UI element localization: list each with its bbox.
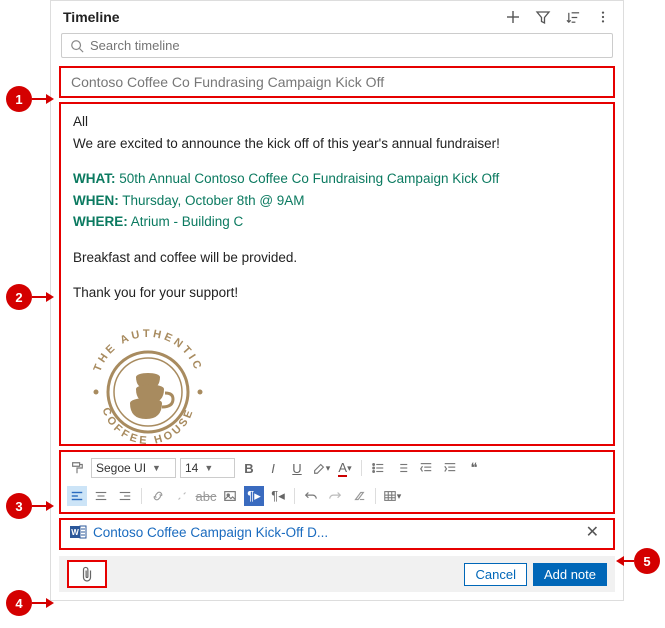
format-painter-icon[interactable] [67,458,87,478]
bold-button[interactable]: B [239,458,259,478]
note-title[interactable]: Contoso Coffee Co Fundrasing Campaign Ki… [61,68,613,96]
image-button[interactable] [220,486,240,506]
italic-button[interactable]: I [263,458,283,478]
callout-badge-5: 5 [634,548,660,574]
indent-button[interactable] [440,458,460,478]
body-when: WHEN: Thursday, October 8th @ 9AM [73,191,601,211]
clear-format-button[interactable] [349,486,369,506]
timeline-panel: Timeline Contoso Coffee Co Fundrasing Ca… [50,0,624,601]
word-doc-icon: W [69,523,87,541]
cancel-button[interactable]: Cancel [464,563,526,586]
font-color-button[interactable]: A▾ [335,458,355,478]
paperclip-icon [80,565,94,583]
body-where: WHERE: Atrium - Building C [73,212,601,232]
align-left-button[interactable] [67,486,87,506]
callout-arrow [32,505,52,507]
sort-icon[interactable] [565,9,581,25]
add-icon[interactable] [505,9,521,25]
coffee-logo: THE AUTHENTIC COFFEE HOUSE [73,307,601,457]
strike-button[interactable]: abc [196,486,216,506]
redo-button[interactable] [325,486,345,506]
search-box[interactable] [61,33,613,58]
bullet-list-button[interactable] [368,458,388,478]
undo-button[interactable] [301,486,321,506]
svg-text:W: W [71,528,79,537]
callout-badge-4: 4 [6,590,32,616]
align-right-button[interactable] [115,486,135,506]
note-footer: Cancel Add note [59,556,615,592]
link-button[interactable] [148,486,168,506]
callout-arrow [32,98,52,100]
body-what: WHAT: 50th Annual Contoso Coffee Co Fund… [73,169,601,189]
callout-badge-3: 3 [6,493,32,519]
underline-button[interactable]: U [287,458,307,478]
more-icon[interactable] [595,9,611,25]
note-body[interactable]: All We are excited to announce the kick … [59,102,615,446]
rtl-button[interactable]: ¶◂ [268,486,288,506]
timeline-header: Timeline [51,1,623,31]
body-greeting: All [73,112,601,132]
callout-badge-1: 1 [6,86,32,112]
unlink-button[interactable] [172,486,192,506]
font-family-select[interactable]: Segoe UI▼ [91,458,176,478]
attachment-name[interactable]: Contoso Coffee Campaign Kick-Off D... [93,525,580,540]
table-button[interactable]: ▾ [382,486,402,506]
callout-arrow [32,602,52,604]
quote-button[interactable]: ❝ [464,458,484,478]
body-closing: Thank you for your support! [73,283,601,303]
font-size-select[interactable]: 14▼ [180,458,235,478]
filter-icon[interactable] [535,9,551,25]
search-icon [70,39,84,53]
number-list-button[interactable] [392,458,412,478]
body-intro: We are excited to announce the kick off … [73,134,601,154]
callout-badge-2: 2 [6,284,32,310]
attach-file-button[interactable] [67,560,107,588]
ltr-button[interactable]: ¶▸ [244,486,264,506]
align-center-button[interactable] [91,486,111,506]
note-title-box: Contoso Coffee Co Fundrasing Campaign Ki… [59,66,615,98]
highlight-button[interactable]: ▾ [311,458,331,478]
attachment-row: W Contoso Coffee Campaign Kick-Off D... … [59,518,615,550]
callout-arrow [618,560,634,562]
search-input[interactable] [90,38,604,53]
panel-title: Timeline [63,9,505,25]
callout-arrow [32,296,52,298]
header-actions [505,9,611,25]
body-extra: Breakfast and coffee will be provided. [73,248,601,268]
outdent-button[interactable] [416,458,436,478]
remove-attachment-button[interactable]: ✕ [580,522,605,542]
add-note-button[interactable]: Add note [533,563,607,586]
rich-text-toolbar: Segoe UI▼ 14▼ B I U ▾ A▾ ❝ abc ¶▸ ¶◂ [59,450,615,514]
